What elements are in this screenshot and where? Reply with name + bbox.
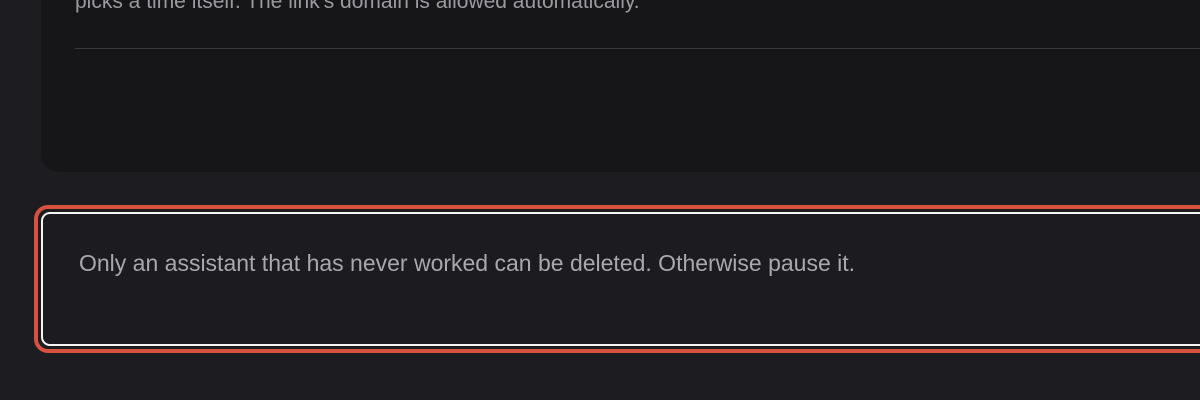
delete-notice-text: Only an assistant that has never worked …	[79, 250, 856, 276]
assistant-settings-card: picks a time itself. The link's domain i…	[41, 0, 1200, 172]
delete-notice-box: Only an assistant that has never worked …	[41, 212, 1200, 346]
delete-notice-highlight: Only an assistant that has never worked …	[34, 205, 1200, 353]
card-description: picks a time itself. The link's domain i…	[75, 0, 640, 13]
viewport: picks a time itself. The link's domain i…	[0, 0, 1200, 400]
divider	[75, 48, 1200, 49]
